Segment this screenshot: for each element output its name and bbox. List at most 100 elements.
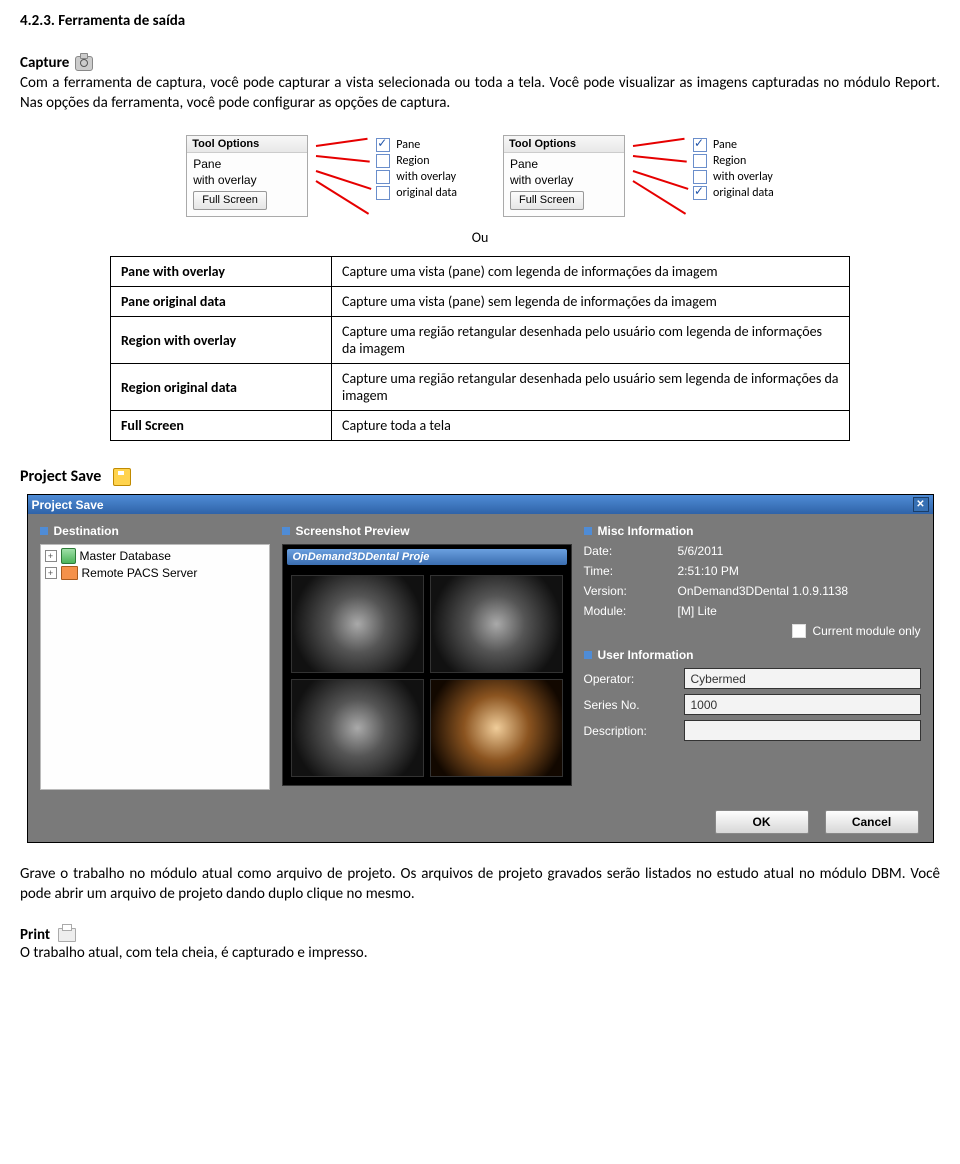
current-module-checkbox[interactable] xyxy=(792,624,806,638)
save-paragraph: Grave o trabalho no módulo atual como ar… xyxy=(20,865,940,904)
desc-cell: Capture toda a tela xyxy=(332,411,850,441)
tool-options-line1: Pane xyxy=(193,156,301,172)
save-icon xyxy=(113,468,131,486)
print-paragraph: O trabalho atual, com tela cheia, é capt… xyxy=(20,944,940,964)
checkbox-icon[interactable] xyxy=(376,154,390,168)
tool-options-title: Tool Options xyxy=(187,136,307,153)
misc-key: Module: xyxy=(584,604,664,618)
tool-options-line2: with overlay xyxy=(193,172,301,188)
preview-panel: Screenshot Preview OnDemand3DDental Proj… xyxy=(282,524,572,790)
expand-icon[interactable]: + xyxy=(45,567,57,579)
checkbox-row[interactable]: Pane xyxy=(693,137,774,153)
full-screen-button-r[interactable]: Full Screen xyxy=(510,191,584,210)
checkbox-icon[interactable] xyxy=(693,170,707,184)
misc-label: Misc Information xyxy=(598,524,694,538)
arrows-left xyxy=(316,135,368,215)
tool-options-panel-right: Tool Options Pane with overlay Full Scre… xyxy=(503,135,625,217)
checkbox-label: original data xyxy=(713,186,774,200)
camera-icon xyxy=(75,56,93,71)
user-input[interactable] xyxy=(684,720,921,741)
table-row: Full ScreenCapture toda a tela xyxy=(111,411,850,441)
dialog-titlebar: Project Save ✕ xyxy=(28,495,933,514)
scan-thumbnail xyxy=(291,575,424,673)
misc-value: 5/6/2011 xyxy=(678,544,921,558)
scan-thumbnail xyxy=(291,679,424,777)
screenshot-preview: OnDemand3DDental Proje xyxy=(282,544,572,786)
checkbox-row[interactable]: Region xyxy=(376,153,457,169)
tool-options-title-r: Tool Options xyxy=(504,136,624,153)
checkbox-icon[interactable] xyxy=(376,186,390,200)
tool-options-panel-left: Tool Options Pane with overlay Full Scre… xyxy=(186,135,308,217)
checkbox-row[interactable]: original data xyxy=(693,185,774,201)
scan-thumbnail-3d xyxy=(430,679,563,777)
info-panel: Misc Information Date:5/6/2011Time:2:51:… xyxy=(584,524,921,790)
checkbox-label: with overlay xyxy=(713,170,773,184)
destination-panel: Destination + Master Database + Remote P… xyxy=(40,524,270,790)
checkbox-row[interactable]: Pane xyxy=(376,137,457,153)
preview-title: OnDemand3DDental Proje xyxy=(287,549,567,565)
project-save-dialog: Project Save ✕ Destination + Master Data… xyxy=(27,494,934,843)
misc-value: [M] Lite xyxy=(678,604,921,618)
checkbox-label: with overlay xyxy=(396,170,456,184)
user-key: Description: xyxy=(584,724,674,738)
checkbox-icon[interactable] xyxy=(693,154,707,168)
checkbox-icon[interactable] xyxy=(693,186,707,200)
checkbox-label: Region xyxy=(713,154,746,168)
checkbox-icon[interactable] xyxy=(693,138,707,152)
misc-key: Version: xyxy=(584,584,664,598)
print-icon xyxy=(58,928,76,942)
checkbox-list-left: Pane Region with overlay original data xyxy=(376,135,457,203)
ou-label: Ou xyxy=(20,229,940,246)
checkbox-row[interactable]: with overlay xyxy=(376,169,457,185)
tool-options-line2-r: with overlay xyxy=(510,172,618,188)
arrows-right xyxy=(633,135,685,215)
user-input[interactable] xyxy=(684,668,921,689)
tool-options-line1-r: Pane xyxy=(510,156,618,172)
checkbox-row[interactable]: Region xyxy=(693,153,774,169)
checkbox-icon[interactable] xyxy=(376,170,390,184)
user-info-label: User Information xyxy=(598,648,694,662)
tree-label: Master Database xyxy=(80,549,171,563)
full-screen-button[interactable]: Full Screen xyxy=(193,191,267,210)
section-heading: 4.2.3. Ferramenta de saída xyxy=(20,12,940,30)
checkbox-label: Pane xyxy=(713,138,737,152)
scan-thumbnail xyxy=(430,575,563,673)
table-row: Pane with overlayCapture uma vista (pane… xyxy=(111,257,850,287)
table-row: Region original dataCapture uma região r… xyxy=(111,364,850,411)
tree-item-master[interactable]: + Master Database xyxy=(41,547,269,565)
desc-cell: Capture uma vista (pane) com legenda de … xyxy=(332,257,850,287)
preview-label: Screenshot Preview xyxy=(296,524,410,538)
checkbox-label: Pane xyxy=(396,138,420,152)
ok-button[interactable]: OK xyxy=(715,810,809,834)
tree-label: Remote PACS Server xyxy=(82,566,198,580)
checkbox-row[interactable]: with overlay xyxy=(693,169,774,185)
destination-tree[interactable]: + Master Database + Remote PACS Server xyxy=(40,544,270,790)
user-key: Operator: xyxy=(584,672,674,686)
misc-key: Date: xyxy=(584,544,664,558)
close-icon[interactable]: ✕ xyxy=(913,497,929,512)
square-bullet-icon xyxy=(584,527,592,535)
desc-cell: Capture uma vista (pane) sem legenda de … xyxy=(332,287,850,317)
capture-label: Capture xyxy=(20,54,69,72)
term-cell: Region original data xyxy=(111,364,332,411)
definitions-table: Pane with overlayCapture uma vista (pane… xyxy=(110,256,850,441)
square-bullet-icon xyxy=(40,527,48,535)
project-save-label: Project Save xyxy=(20,467,101,486)
tool-options-figure: Tool Options Pane with overlay Full Scre… xyxy=(20,135,940,217)
term-cell: Pane original data xyxy=(111,287,332,317)
tree-item-remote[interactable]: + Remote PACS Server xyxy=(41,565,269,581)
term-cell: Region with overlay xyxy=(111,317,332,364)
checkbox-icon[interactable] xyxy=(376,138,390,152)
user-input[interactable] xyxy=(684,694,921,715)
cancel-button[interactable]: Cancel xyxy=(825,810,919,834)
desc-cell: Capture uma região retangular desenhada … xyxy=(332,364,850,411)
expand-icon[interactable]: + xyxy=(45,550,57,562)
checkbox-label: Region xyxy=(396,154,429,168)
print-label: Print xyxy=(20,926,50,944)
table-row: Region with overlayCapture uma região re… xyxy=(111,317,850,364)
term-cell: Pane with overlay xyxy=(111,257,332,287)
desc-cell: Capture uma região retangular desenhada … xyxy=(332,317,850,364)
checkbox-row[interactable]: original data xyxy=(376,185,457,201)
current-module-label: Current module only xyxy=(812,624,920,638)
checkbox-label: original data xyxy=(396,186,457,200)
